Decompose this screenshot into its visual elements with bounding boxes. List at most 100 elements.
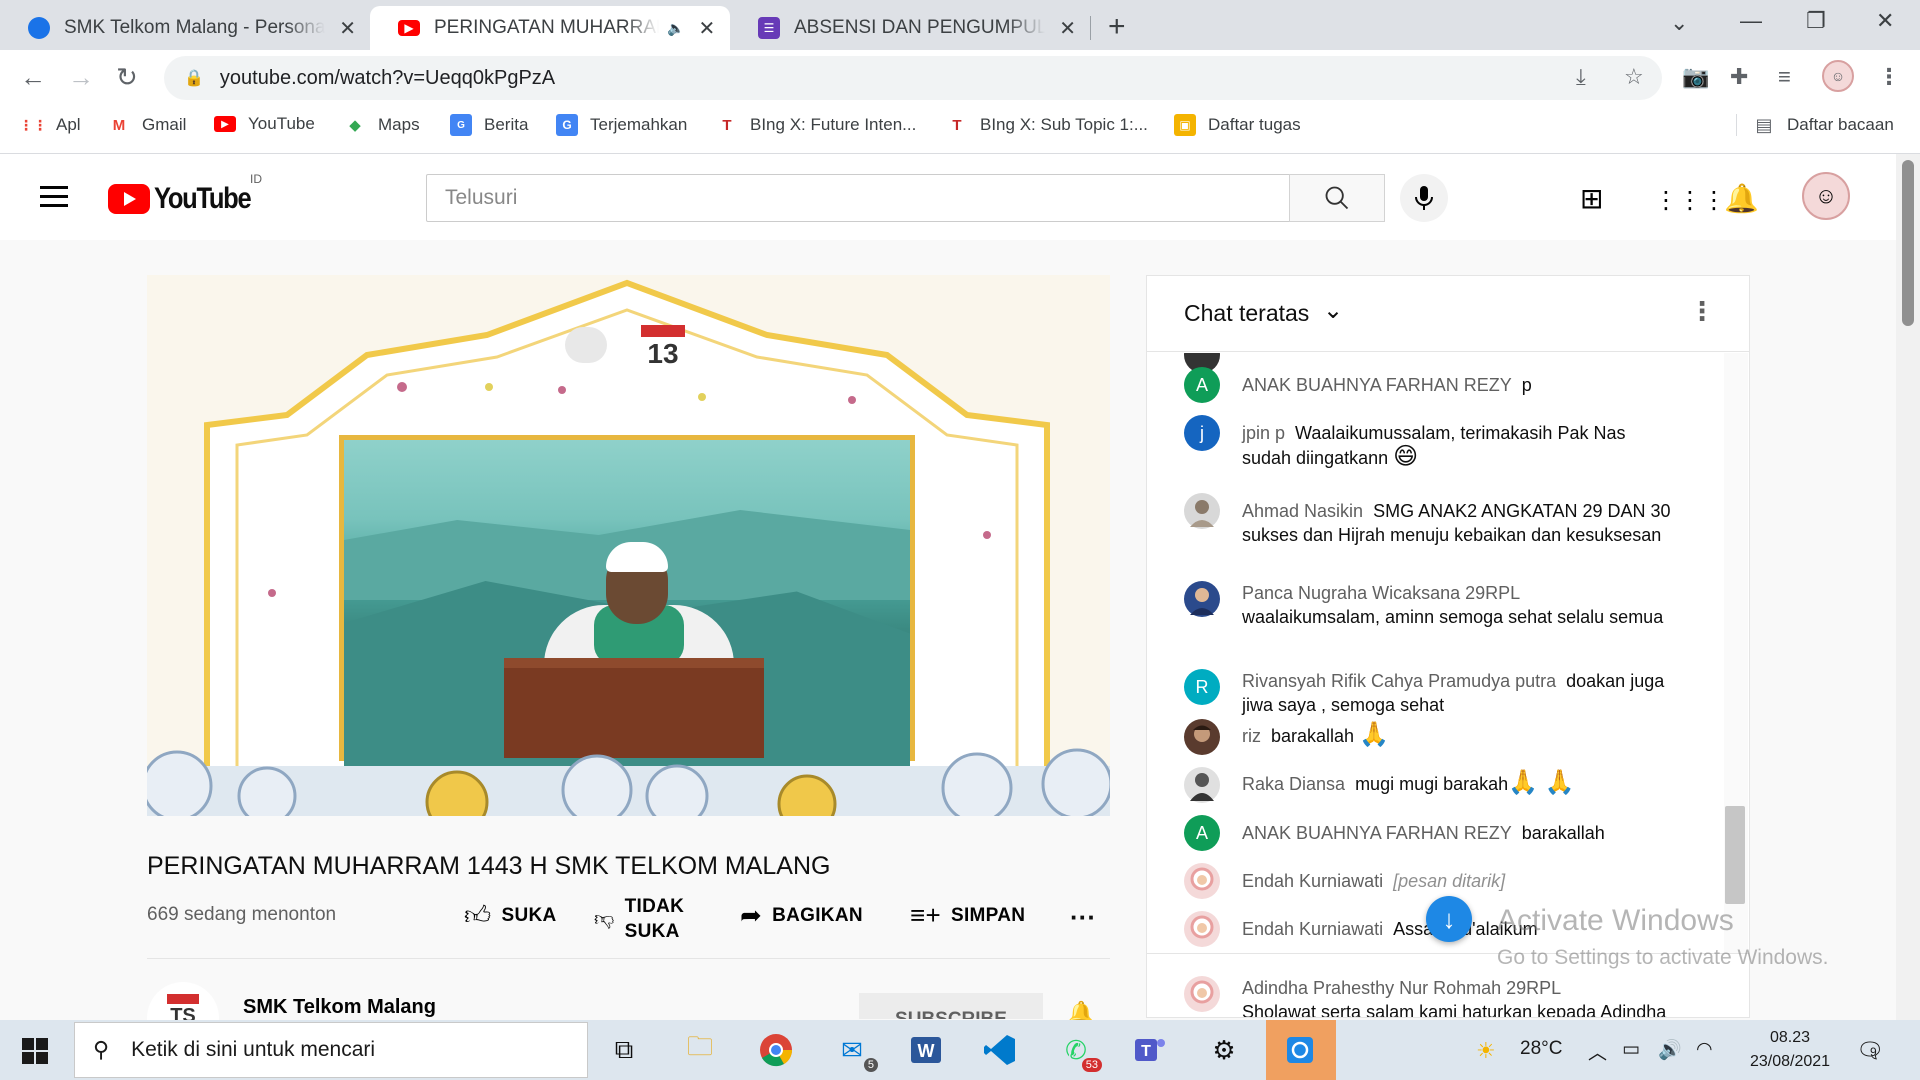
search-input[interactable]: Telusuri [426,174,1290,222]
tab-search-icon[interactable]: ⌄ [1670,10,1688,36]
search-button[interactable] [1289,174,1385,222]
bookmark-bing-subtopic[interactable]: T BIng X: Sub Topic 1:... [946,114,1148,136]
reload-button[interactable]: ↻ [116,62,138,93]
apps-grid-icon[interactable]: ⋮⋮⋮ [1654,186,1726,215]
video-player[interactable]: 13 [147,275,1110,816]
save-label: SIMPAN [950,904,1026,926]
chat-author[interactable]: jpin p [1242,423,1285,443]
scroll-to-latest-button[interactable]: ↓ [1426,896,1472,942]
chat-text: Waalaikumussalam, terimakasih Pak Nas su… [1242,423,1626,468]
bookmark-bing-future[interactable]: T BIng X: Future Inten... [716,114,916,136]
extensions-puzzle-icon[interactable]: ✚ [1730,64,1748,90]
retracted-message: [pesan ditarik] [1393,871,1506,891]
chat-avatar-photo [1184,911,1220,947]
vscode-icon[interactable] [980,1030,1020,1070]
svg-text:W: W [918,1041,935,1061]
bookmark-youtube[interactable]: ▶ YouTube [214,114,315,134]
chat-author[interactable]: Adindha Prahesthy Nur Rohmah 29RPL [1242,978,1561,998]
chevron-down-icon[interactable]: ⌄ [1323,296,1343,325]
reading-list-button[interactable]: ▤ Daftar bacaan [1736,114,1894,136]
tab-title: PERINGATAN MUHARRAM 1443 H SMK TELKOM MA… [434,17,659,38]
page-scrollbar[interactable] [1896,154,1920,1020]
bookmark-berita[interactable]: G Berita [450,114,528,136]
subscribe-button[interactable]: SUBSCRIBE [859,993,1043,1019]
notification-center-icon[interactable]: 🗨9 [1856,1038,1891,1064]
mail-icon[interactable]: ✉ 5 [832,1030,878,1072]
chat-author[interactable]: Endah Kurniawati [1242,871,1383,891]
youtube-logo[interactable]: YouTube ID [108,172,267,216]
camera-extension-icon[interactable]: 📷 [1682,64,1709,90]
file-explorer-icon[interactable]: 🗀 [680,1030,720,1070]
channel-name[interactable]: SMK Telkom Malang [243,996,436,1019]
system-clock[interactable]: 08.23 23/08/2021 [1740,1026,1840,1074]
chat-mode-dropdown[interactable]: Chat teratas [1184,300,1309,327]
browser-menu-icon[interactable]: ⋮ [1878,64,1900,90]
chat-author[interactable]: Ahmad Nasikin [1242,501,1363,521]
audio-playing-icon[interactable]: 🔈 [667,20,684,37]
chat-author[interactable]: Endah Kurniawati [1242,919,1383,939]
voice-search-button[interactable] [1400,174,1448,222]
bookmark-daftar-tugas[interactable]: ▣ Daftar tugas [1174,114,1301,136]
bookmark-apl[interactable]: ⋮⋮ Apl [19,114,81,136]
tab-youtube-video[interactable]: ▶ PERINGATAN MUHARRAM 1443 H SMK TELKOM … [370,6,730,50]
bookmark-maps[interactable]: ◆ Maps [344,114,419,136]
chrome-icon[interactable] [756,1030,796,1070]
chat-author[interactable]: Raka Diansa [1242,774,1345,794]
media-control-icon[interactable]: ≡ [1778,64,1791,90]
bookmark-gmail[interactable]: M Gmail [108,114,187,136]
like-button[interactable]: 👍︎ SUKA [464,900,557,931]
close-window-button[interactable]: ✕ [1876,8,1894,34]
more-actions-icon[interactable]: ··· [1070,902,1096,933]
account-avatar[interactable]: ☺ [1802,172,1850,220]
screen-recorder-icon[interactable] [1280,1030,1320,1070]
chat-author[interactable]: Panca Nugraha Wicaksana 29RPL [1242,583,1520,603]
chat-author[interactable]: riz [1242,726,1261,746]
close-tab-icon[interactable]: ✕ [698,16,715,41]
chat-author[interactable]: ANAK BUAHNYA FARHAN REZY [1242,375,1512,395]
profile-avatar-icon[interactable]: ☺ [1822,60,1854,92]
create-video-icon[interactable]: ⊞ [1580,182,1603,215]
new-tab-button[interactable]: + [1108,10,1126,44]
close-tab-icon[interactable]: ✕ [339,16,356,41]
close-tab-icon[interactable]: ✕ [1059,16,1076,41]
chat-menu-icon[interactable]: ⋮ [1689,296,1715,327]
save-button[interactable]: ≡+ SIMPAN [910,900,1025,931]
bookmark-terjemahkan[interactable]: G Terjemahkan [556,114,687,136]
weather-temperature[interactable]: 28°C [1520,1038,1562,1060]
tab-absensi[interactable]: ☰ ABSENSI DAN PENGUMPULAN R ✕ [730,6,1090,50]
lock-icon[interactable]: 🔒 [184,68,204,88]
page-scrollbar-thumb[interactable] [1902,160,1914,326]
bookmark-star-icon[interactable]: ☆ [1624,64,1644,90]
settings-gear-icon[interactable]: ⚙ [1204,1030,1244,1070]
dislike-button[interactable]: 👎︎ TIDAK SUKA [594,894,684,944]
clock-date: 23/08/2021 [1749,1053,1831,1070]
chat-scrollbar-thumb[interactable] [1725,806,1745,904]
chat-author[interactable]: ANAK BUAHNYA FARHAN REZY [1242,823,1512,843]
weather-icon[interactable]: ☀ [1476,1038,1496,1064]
personal-site-favicon-icon [28,17,50,39]
wifi-icon[interactable]: ◠ [1696,1038,1713,1061]
windows-start-button[interactable] [22,1038,48,1064]
tab-smk-telkom[interactable]: SMK Telkom Malang - Personal R ✕ [0,6,370,50]
telkom-icon: T [952,116,962,134]
battery-icon[interactable]: ▭ [1622,1038,1640,1061]
guide-menu-icon[interactable] [40,186,68,208]
share-button[interactable]: ➦ BAGIKAN [740,900,863,931]
notifications-bell-icon[interactable]: 🔔 [1724,182,1759,215]
channel-avatar[interactable]: TS [147,982,219,1022]
minimize-button[interactable]: — [1740,8,1762,34]
task-view-icon[interactable]: ⧉ [604,1030,644,1070]
forward-button[interactable]: → [68,62,94,93]
restore-button[interactable]: ❐ [1806,8,1826,34]
chat-author[interactable]: Rivansyah Rifik Cahya Pramudya putra [1242,671,1556,691]
whatsapp-icon[interactable]: ✆ 53 [1056,1030,1102,1072]
teams-icon[interactable]: T [1130,1030,1170,1070]
address-bar[interactable]: 🔒 youtube.com/watch?v=Ueqq0kPgPzA [164,56,1662,100]
show-hidden-icons-icon[interactable]: ︿ [1588,1038,1607,1065]
chat-message-list[interactable]: A ANAK BUAHNYA FARHAN REZY p j jpin p Waal… [1147,353,1727,953]
word-icon[interactable]: W [906,1030,946,1070]
back-button[interactable]: ← [20,62,46,93]
install-app-icon[interactable]: ⤓ [1576,64,1586,90]
taskbar-search-box[interactable]: ⚲ Ketik di sini untuk mencari [74,1022,588,1078]
volume-icon[interactable]: 🔊 [1658,1038,1682,1062]
